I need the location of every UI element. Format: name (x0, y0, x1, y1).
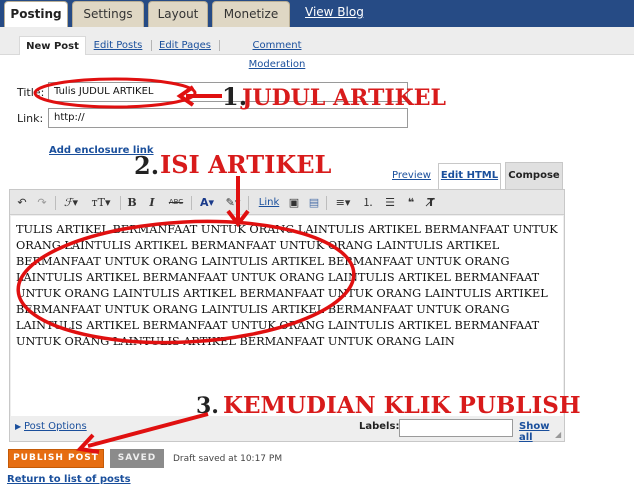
post-body-text: TULIS ARTIKEL BERMANFAAT UNTUK ORANG LAI… (16, 223, 558, 348)
labels-label: Labels: (359, 421, 400, 432)
tab-settings[interactable]: Settings (72, 1, 144, 27)
sub-nav-bar: New Post Edit Posts Edit Pages Comment M… (0, 27, 634, 70)
numbered-list-icon[interactable]: ⒈ (361, 195, 375, 210)
link-button[interactable]: Link (257, 195, 281, 210)
annotation-1-text: JUDUL ARTIKEL (242, 85, 446, 111)
link-input[interactable]: http:// (48, 108, 408, 128)
annotation-3-text: KEMUDIAN KLIK PUBLISH (223, 392, 581, 419)
toolbar-divider (55, 196, 56, 210)
italic-button[interactable]: I (146, 195, 158, 210)
strikethrough-button[interactable]: ABC (166, 195, 186, 210)
undo-icon[interactable]: ↶ (14, 195, 30, 210)
tab-monetize[interactable]: Monetize (212, 1, 290, 27)
annotation-2-text: ISI ARTIKEL (160, 150, 332, 179)
text-color-icon[interactable]: A▾ (196, 195, 218, 210)
post-body-editor[interactable]: TULIS ARTIKEL BERMANFAAT UNTUK ORANG LAI… (11, 216, 563, 416)
resize-handle-icon[interactable]: ◢ (555, 430, 561, 439)
editor-toolbar: ↶ ↷ ℱ▾ ᴛT▾ B I ABC A▾ ✎▾ Link ▣ ▤ ≡▾ ⒈ ☰… (10, 190, 564, 215)
tab-posting[interactable]: Posting (4, 1, 68, 28)
align-icon[interactable]: ≡▾ (331, 195, 355, 210)
tab-compose[interactable]: Compose (505, 162, 563, 190)
subtab-edit-posts[interactable]: Edit Posts (92, 36, 144, 55)
toolbar-divider (120, 196, 121, 210)
draft-status-text: Draft saved at 10:17 PM (173, 454, 283, 464)
subtab-comment-moderation[interactable]: Comment Moderation (226, 36, 328, 70)
toolbar-divider (191, 196, 192, 210)
toolbar-divider (248, 196, 249, 210)
view-blog-link[interactable]: View Blog (305, 5, 364, 19)
annotation-2-number: 2. (134, 151, 160, 180)
subnav-divider (219, 40, 220, 51)
font-family-icon[interactable]: ℱ▾ (60, 195, 82, 210)
remove-formatting-icon[interactable]: T̸ (424, 195, 438, 210)
title-label: Title: (17, 86, 45, 99)
publish-post-button[interactable]: PUBLISH POST (8, 449, 104, 468)
blockquote-icon[interactable]: ❝ (404, 195, 418, 210)
font-size-icon[interactable]: ᴛT▾ (87, 195, 115, 210)
toolbar-divider (326, 196, 327, 210)
top-nav-bar: Posting Settings Layout Monetize View Bl… (0, 0, 634, 28)
subtab-new-post[interactable]: New Post (19, 36, 86, 55)
bold-button[interactable]: B (126, 195, 138, 210)
post-options-bar: ▶ Post Options Labels: Show all ◢ (10, 416, 564, 443)
image-icon[interactable]: ▣ (287, 195, 301, 210)
return-to-posts-link[interactable]: Return to list of posts (7, 474, 131, 485)
labels-input[interactable] (399, 419, 513, 437)
tab-layout[interactable]: Layout (148, 1, 208, 27)
redo-icon[interactable]: ↷ (34, 195, 50, 210)
preview-link[interactable]: Preview (392, 170, 431, 181)
edit-html-label: Edit HTML (440, 170, 499, 181)
expand-triangle-icon[interactable]: ▶ (15, 422, 21, 431)
subtab-edit-pages[interactable]: Edit Pages (158, 36, 212, 55)
annotation-3-number: 3. (196, 393, 219, 419)
tab-edit-html[interactable]: Edit HTML (438, 163, 501, 190)
video-icon[interactable]: ▤ (307, 195, 321, 210)
subnav-divider (151, 40, 152, 51)
highlight-color-icon[interactable]: ✎▾ (222, 195, 244, 210)
link-label: Link: (17, 112, 44, 125)
saved-button[interactable]: SAVED (110, 449, 164, 468)
post-options-link[interactable]: Post Options (24, 421, 87, 432)
bullet-list-icon[interactable]: ☰ (383, 195, 397, 210)
